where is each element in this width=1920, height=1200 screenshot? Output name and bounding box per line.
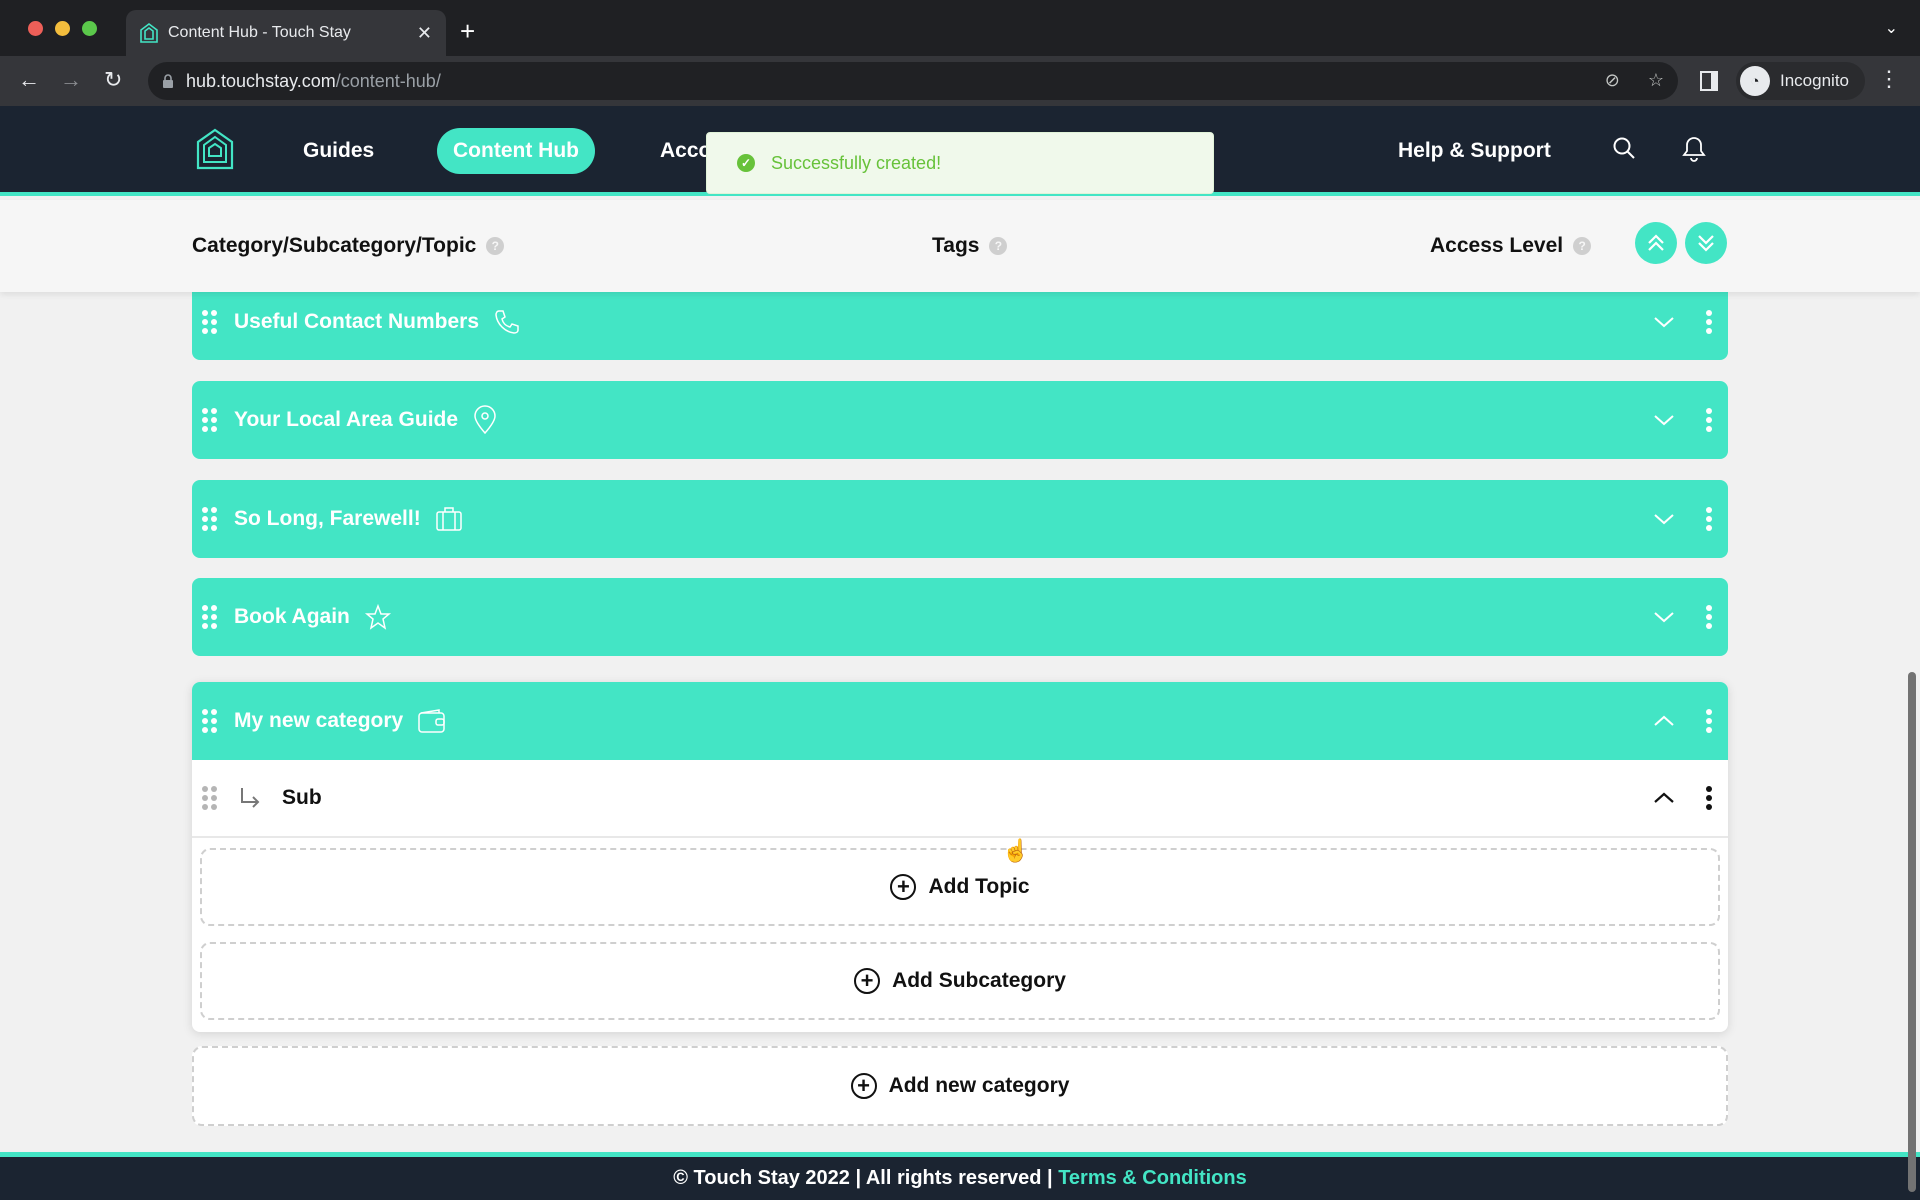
add-subcategory-label: Add Subcategory <box>892 969 1066 992</box>
incognito-profile-button[interactable]: ◔ Incognito <box>1736 62 1865 100</box>
column-tags-label: Tags <box>932 234 980 257</box>
tab-search-chevron-icon[interactable]: ⌄ <box>1885 18 1898 38</box>
plus-circle-icon: + <box>854 968 881 994</box>
bookmark-star-icon[interactable]: ☆ <box>1648 70 1664 91</box>
address-bar[interactable]: hub.touchstay.com/content-hub/ ⊘ ☆ <box>148 62 1678 100</box>
drag-handle-icon[interactable] <box>202 709 218 733</box>
category-row[interactable]: Useful Contact Numbers <box>192 284 1728 360</box>
category-row[interactable]: So Long, Farewell! <box>192 480 1728 558</box>
help-icon[interactable]: ? <box>486 237 505 255</box>
profile-label: Incognito <box>1780 71 1849 90</box>
category-title: Your Local Area Guide <box>234 408 459 431</box>
more-options-icon[interactable] <box>1702 507 1716 531</box>
search-icon[interactable] <box>1612 136 1636 162</box>
double-chevron-down-icon <box>1698 235 1714 252</box>
subcategory-title: Sub <box>282 786 322 809</box>
touchstay-favicon-icon <box>140 23 158 43</box>
close-tab-icon[interactable]: ✕ <box>417 23 432 44</box>
notification-bell-icon[interactable] <box>1682 136 1706 162</box>
column-header-bar: Category/Subcategory/Topic ? Tags ? Acce… <box>0 200 1920 292</box>
category-row[interactable]: My new category <box>192 682 1728 760</box>
plus-circle-icon: + <box>890 874 917 900</box>
column-access-level: Access Level ? <box>1430 234 1592 258</box>
drag-handle-icon[interactable] <box>202 605 218 629</box>
nav-content-hub[interactable]: Content Hub <box>437 128 595 174</box>
chevron-up-icon[interactable] <box>1650 707 1678 735</box>
category-title: Book Again <box>234 605 350 628</box>
forward-icon[interactable]: → <box>60 67 82 93</box>
lock-icon <box>163 74 173 88</box>
terms-conditions-link[interactable]: Terms & Conditions <box>1058 1167 1247 1189</box>
new-tab-icon[interactable]: + <box>460 16 475 47</box>
category-title: So Long, Farewell! <box>234 507 421 530</box>
column-category: Category/Subcategory/Topic ? <box>192 234 505 258</box>
more-options-icon[interactable] <box>1702 709 1716 733</box>
column-access-label: Access Level <box>1430 234 1564 257</box>
page-footer: © Touch Stay 2022 | All rights reserved … <box>0 1152 1920 1200</box>
browser-tab[interactable]: Content Hub - Touch Stay ✕ <box>126 10 446 56</box>
chevron-up-icon[interactable] <box>1650 784 1678 812</box>
chevron-down-icon[interactable] <box>1650 308 1678 336</box>
more-options-icon[interactable] <box>1702 310 1716 334</box>
nav-help-support[interactable]: Help & Support <box>1398 128 1551 174</box>
drag-handle-icon[interactable] <box>202 310 218 334</box>
plus-circle-icon: + <box>850 1073 877 1099</box>
nav-account[interactable]: Acco <box>660 128 711 174</box>
subdirectory-arrow-icon <box>241 788 260 808</box>
subcategory-row[interactable]: Sub <box>192 760 1728 838</box>
more-options-icon[interactable] <box>1702 408 1716 432</box>
success-toast: ✓ Successfully created! <box>706 132 1214 194</box>
column-category-label: Category/Subcategory/Topic <box>192 234 477 257</box>
help-icon[interactable]: ? <box>1573 237 1592 255</box>
category-title: Useful Contact Numbers <box>234 310 480 333</box>
category-row[interactable]: Your Local Area Guide <box>192 381 1728 459</box>
back-icon[interactable]: ← <box>18 67 40 93</box>
url-text: hub.touchstay.com/content-hub/ <box>186 70 441 91</box>
drag-handle-icon[interactable] <box>202 408 218 432</box>
double-chevron-up-icon <box>1648 234 1664 251</box>
drag-handle-icon[interactable] <box>202 786 218 810</box>
more-options-icon[interactable] <box>1702 605 1716 629</box>
toast-message: Successfully created! <box>771 152 942 173</box>
chevron-down-icon[interactable] <box>1650 406 1678 434</box>
chevron-down-icon[interactable] <box>1650 603 1678 631</box>
expanded-category-panel: My new category Sub + Add Topic + Add Su… <box>192 682 1728 1032</box>
column-tags: Tags ? <box>932 234 1008 258</box>
expand-all-button[interactable] <box>1685 222 1727 264</box>
browser-toolbar: ← → ↻ hub.touchstay.com/content-hub/ ⊘ ☆… <box>0 56 1920 106</box>
tab-title: Content Hub - Touch Stay <box>168 24 351 41</box>
minimize-window-button[interactable] <box>55 21 70 36</box>
close-window-button[interactable] <box>28 21 43 36</box>
nav-guides[interactable]: Guides <box>303 128 374 174</box>
maximize-window-button[interactable] <box>82 21 97 36</box>
hand-pointer-cursor-icon: ☝ <box>1002 838 1030 863</box>
add-category-label: Add new category <box>888 1074 1070 1097</box>
add-new-category-button[interactable]: + Add new category <box>192 1046 1728 1126</box>
category-title: My new category <box>234 709 404 732</box>
touchstay-logo-icon[interactable] <box>196 128 234 170</box>
reload-icon[interactable]: ↻ <box>104 67 122 93</box>
wallet-icon <box>417 706 447 736</box>
browser-tab-bar: Content Hub - Touch Stay ✕ + ⌄ <box>0 0 1920 56</box>
chevron-down-icon[interactable] <box>1650 505 1678 533</box>
phone-icon <box>493 307 523 337</box>
collapse-all-button[interactable] <box>1635 222 1677 264</box>
tracking-eye-off-icon[interactable]: ⊘ <box>1605 70 1620 91</box>
footer-copyright: © Touch Stay 2022 | All rights reserved … <box>673 1167 1059 1189</box>
page-scrollbar[interactable] <box>1908 672 1916 1192</box>
incognito-icon: ◔ <box>1740 66 1770 96</box>
add-topic-label: Add Topic <box>928 875 1030 898</box>
suitcase-icon <box>435 504 465 534</box>
browser-menu-icon[interactable]: ⋮ <box>1878 66 1900 92</box>
drag-handle-icon[interactable] <box>202 507 218 531</box>
category-row[interactable]: Book Again <box>192 578 1728 656</box>
star-icon <box>364 602 394 632</box>
map-pin-icon <box>472 405 502 435</box>
side-panel-icon[interactable] <box>1700 71 1718 91</box>
more-options-icon[interactable] <box>1702 786 1716 810</box>
add-subcategory-button[interactable]: + Add Subcategory <box>200 942 1720 1020</box>
success-check-icon: ✓ <box>737 154 755 172</box>
add-topic-button[interactable]: + Add Topic <box>200 848 1720 926</box>
help-icon[interactable]: ? <box>989 237 1008 255</box>
